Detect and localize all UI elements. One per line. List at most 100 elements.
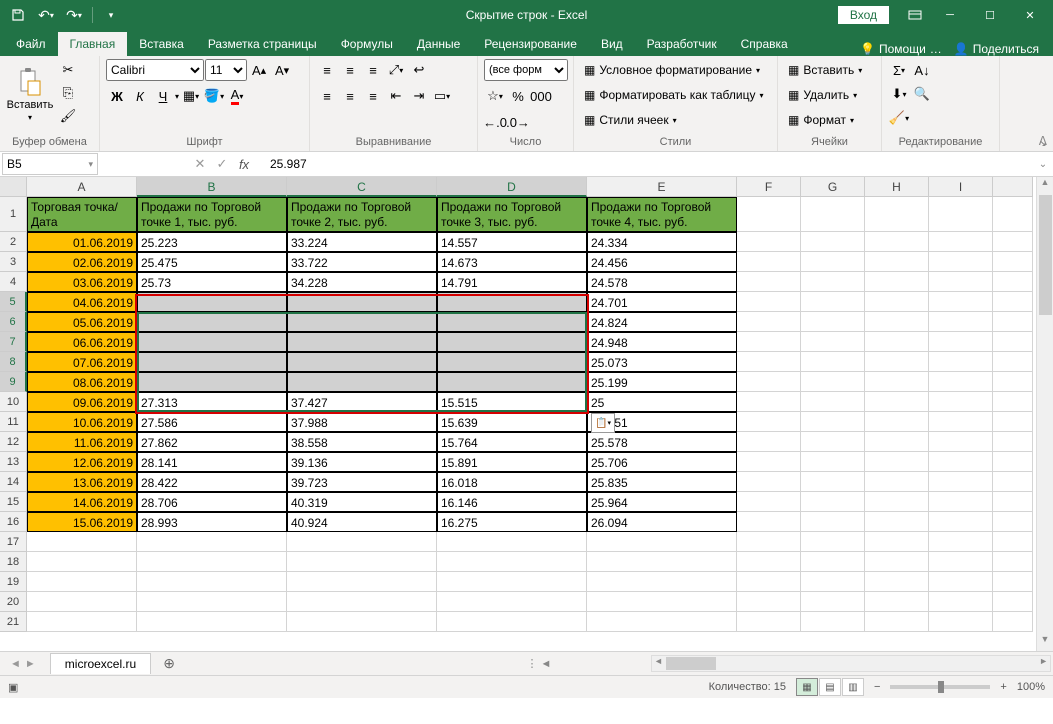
cell-styles-button[interactable]: ▦ Стили ячеек ▾ [580,109,681,131]
cell[interactable]: 24.701 [587,292,737,312]
cell[interactable] [437,312,587,332]
row-header[interactable]: 17 [0,532,27,552]
tab-файл[interactable]: Файл [4,32,58,56]
cell[interactable] [287,552,437,572]
cell[interactable] [865,472,929,492]
cell[interactable]: 13.06.2019 [27,472,137,492]
cell[interactable] [27,572,137,592]
row-header[interactable]: 3 [0,252,27,272]
collapse-ribbon-icon[interactable]: ᐱ [1039,134,1047,148]
cell[interactable]: 27.313 [137,392,287,412]
cell[interactable]: 08.06.2019 [27,372,137,392]
cell[interactable] [801,197,865,232]
cell[interactable] [587,612,737,632]
cell[interactable]: 24.948 [587,332,737,352]
number-format-select[interactable]: (все форм [484,59,568,81]
cell[interactable]: 28.993 [137,512,287,532]
cell[interactable] [801,432,865,452]
cell[interactable] [801,292,865,312]
indent-inc-icon[interactable]: ⇥ [408,85,430,107]
row-header[interactable]: 4 [0,272,27,292]
cell[interactable] [929,552,993,572]
fx-icon[interactable]: fx [234,154,254,174]
cell[interactable] [801,232,865,252]
cell[interactable] [865,252,929,272]
cell[interactable] [865,197,929,232]
cell[interactable] [801,572,865,592]
cell[interactable]: 25.223 [137,232,287,252]
cell[interactable] [737,472,801,492]
cell[interactable] [137,572,287,592]
cell[interactable]: 25.475 [137,252,287,272]
cell[interactable] [587,592,737,612]
cell[interactable] [865,492,929,512]
cell[interactable] [993,312,1033,332]
cell[interactable] [287,372,437,392]
cell[interactable] [865,592,929,612]
row-header[interactable]: 1 [0,197,27,232]
cell[interactable] [993,532,1033,552]
cell[interactable] [993,412,1033,432]
cell[interactable]: 33.224 [287,232,437,252]
tab-разметка страницы[interactable]: Разметка страницы [196,32,329,56]
fill-icon[interactable]: ⬇▾ [888,83,910,105]
insert-cells-button[interactable]: ▦ Вставить ▾ [784,59,866,81]
cell[interactable]: 24.824 [587,312,737,332]
sheet-nav-prev-icon[interactable]: ◄ [10,658,21,670]
sort-filter-icon[interactable]: A↓ [911,59,933,81]
cell[interactable] [437,372,587,392]
cell[interactable] [929,452,993,472]
cell[interactable] [287,292,437,312]
borders-icon[interactable]: ▦▾ [180,85,202,107]
tab-рецензирование[interactable]: Рецензирование [472,32,589,56]
align-right-icon[interactable]: ≡ [362,85,384,107]
cell[interactable]: 28.422 [137,472,287,492]
cell[interactable] [27,592,137,612]
cell[interactable] [929,432,993,452]
cell[interactable]: 25.73 [137,272,287,292]
cut-icon[interactable]: ✂ [57,59,79,81]
tab-вид[interactable]: Вид [589,32,635,56]
currency-icon[interactable]: ☆▾ [484,85,506,107]
cell[interactable]: 25.964 [587,492,737,512]
conditional-format-button[interactable]: ▦ Условное форматирование ▾ [580,59,764,81]
row-header[interactable]: 7 [0,332,27,352]
cell[interactable] [929,197,993,232]
percent-icon[interactable]: % [507,85,529,107]
cell[interactable] [437,592,587,612]
cell[interactable] [993,197,1033,232]
row-header[interactable]: 2 [0,232,27,252]
cell[interactable] [27,532,137,552]
cell[interactable]: 37.988 [287,412,437,432]
cell[interactable] [437,352,587,372]
cell[interactable]: 12.06.2019 [27,452,137,472]
cell[interactable] [929,512,993,532]
cell[interactable]: 25 [587,392,737,412]
cell[interactable] [865,352,929,372]
tab-вставка[interactable]: Вставка [127,32,196,56]
cell[interactable]: 15.06.2019 [27,512,137,532]
cell[interactable]: 01.06.2019 [27,232,137,252]
cell[interactable]: 06.06.2019 [27,332,137,352]
cell[interactable]: 40.319 [287,492,437,512]
horizontal-scrollbar[interactable]: ◄ ► [651,655,1051,672]
cell[interactable] [865,292,929,312]
font-name-select[interactable]: Calibri [106,59,204,81]
cell[interactable]: 39.723 [287,472,437,492]
enter-formula-icon[interactable]: ✓ [212,154,232,174]
cell[interactable] [137,312,287,332]
cell[interactable] [865,572,929,592]
cell[interactable] [993,452,1033,472]
cell[interactable]: 26.094 [587,512,737,532]
new-sheet-button[interactable]: ⊕ [157,654,181,674]
row-header[interactable]: 19 [0,572,27,592]
cell[interactable]: Продажи по Торговой точке 1, тыс. руб. [137,197,287,232]
tab-разработчик[interactable]: Разработчик [635,32,729,56]
cell[interactable]: Продажи по Торговой точке 2, тыс. руб. [287,197,437,232]
cell[interactable]: 39.136 [287,452,437,472]
qat-customize-icon[interactable]: ▾ [99,3,123,27]
cell[interactable]: 27.862 [137,432,287,452]
cell[interactable]: 16.275 [437,512,587,532]
formula-input[interactable]: 25.987 [264,157,1033,171]
redo-icon[interactable]: ↷▾ [62,3,86,27]
